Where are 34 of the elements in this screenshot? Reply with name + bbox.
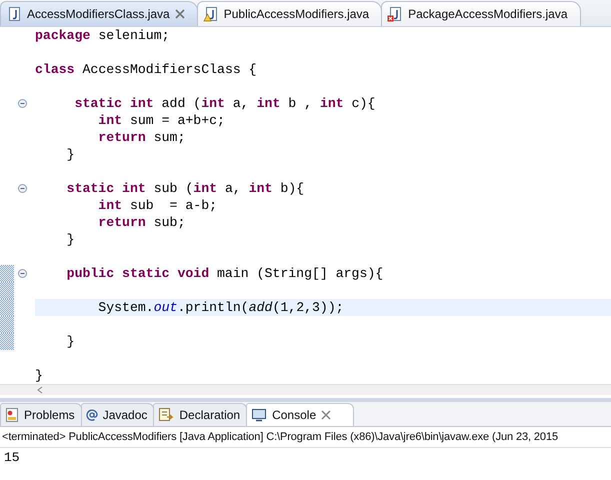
code-line: }	[66, 147, 75, 162]
view-tab[interactable]: Javadoc	[80, 403, 154, 426]
code-line: static int add (int a, int b , int c){	[74, 96, 376, 111]
code-line: System.out.println(add(1,2,3));	[97, 300, 344, 315]
view-tab[interactable]: Problems	[0, 403, 82, 426]
close-icon[interactable]	[174, 9, 185, 19]
code-line: package selenium;	[35, 28, 170, 43]
code-line: public static void main (String[] args){	[66, 266, 384, 281]
problems-icon	[5, 407, 19, 423]
code-editor[interactable]	[0, 27, 611, 395]
code-line: return sub;	[97, 215, 186, 230]
declaration-icon	[158, 407, 174, 423]
collapse-icon[interactable]	[18, 99, 27, 108]
console-output: 15	[3, 449, 21, 467]
view-tab[interactable]: Declaration	[153, 403, 248, 426]
code-line: int sub = a-b;	[97, 198, 218, 213]
horizontal-scrollbar[interactable]	[0, 384, 611, 395]
code-line: }	[66, 334, 75, 349]
at-sign-icon	[86, 409, 98, 421]
close-icon[interactable]	[321, 410, 332, 420]
code-line: int sum = a+b+c;	[97, 113, 225, 128]
monitor-icon	[251, 408, 268, 422]
editor-tab[interactable]: AccessModifiersClass.java	[0, 1, 198, 26]
view-tab[interactable]: Console	[246, 403, 354, 426]
collapse-icon[interactable]	[18, 269, 27, 278]
code-line: }	[66, 232, 75, 247]
code-line: return sum;	[97, 130, 186, 145]
code-line: class AccessModifiersClass {	[35, 62, 257, 77]
collapse-icon[interactable]	[18, 184, 27, 193]
code-line: }	[35, 368, 43, 383]
editor-tab[interactable]: PublicAccessModifiers.java	[196, 1, 382, 26]
code-line: static int sub (int a, int b){	[66, 181, 304, 196]
editor-tab[interactable]: PackageAccessModifiers.java	[381, 1, 581, 26]
console-header-text: <terminated> PublicAccessModifiers [Java Application] C:\Program Files (x86)\Java\jre6\bin\javaw.exe (Jun 23, 2015	[2, 431, 558, 443]
